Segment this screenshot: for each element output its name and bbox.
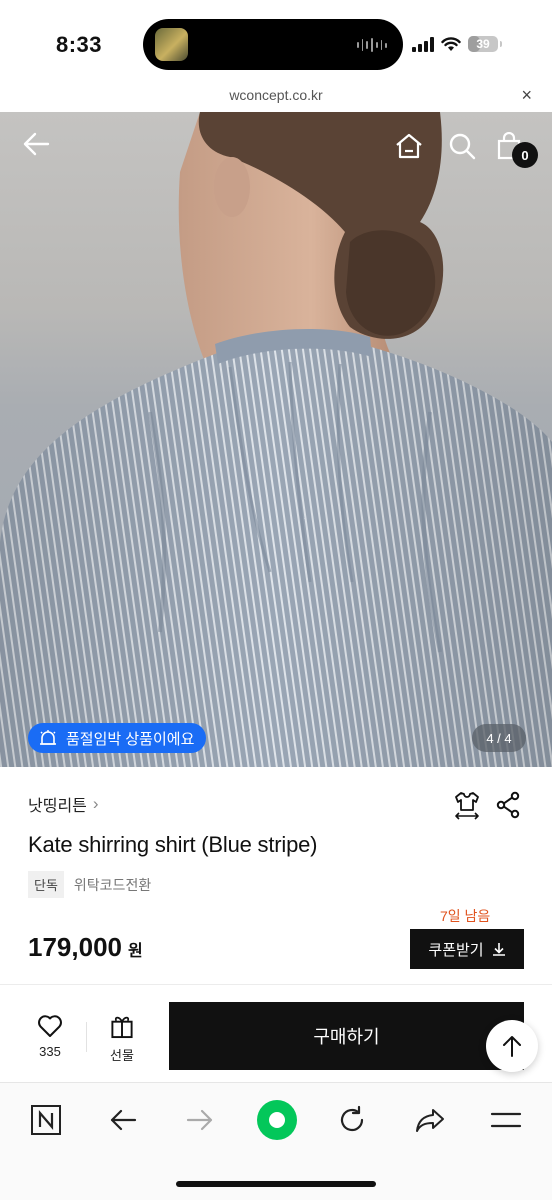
scroll-to-top-button[interactable] xyxy=(486,1020,538,1072)
dynamic-island[interactable] xyxy=(143,19,403,70)
home-icon[interactable] xyxy=(394,132,430,164)
consignment-tag: 위탁코드전환 xyxy=(73,876,152,893)
alarm-bell-icon xyxy=(40,730,56,745)
wishlist-button[interactable]: 335 xyxy=(28,1014,72,1064)
green-dot-icon[interactable] xyxy=(256,1099,298,1141)
low-stock-badge: 품절임박 상품이에요 xyxy=(28,723,207,753)
back-icon[interactable] xyxy=(103,1102,143,1138)
coupon-button-label: 쿠폰받기 xyxy=(428,941,484,959)
share-arrow-icon[interactable] xyxy=(410,1102,450,1138)
buy-button[interactable]: 구매하기 xyxy=(169,1002,524,1070)
battery-icon: 39 xyxy=(468,36,498,52)
brand-name[interactable]: 낫띵리튼 xyxy=(28,792,87,816)
gift-button[interactable]: 선물 xyxy=(100,1014,144,1064)
close-icon[interactable]: × xyxy=(521,85,532,106)
forward-icon[interactable] xyxy=(180,1102,220,1138)
product-title: Kate shirring shirt (Blue stripe) xyxy=(28,832,318,857)
status-time: 8:33 xyxy=(56,32,103,57)
product-tags: 단독 위탁코드전환 xyxy=(28,871,151,898)
brand-link[interactable]: 낫띵리튼 › xyxy=(28,792,99,816)
battery-percent: 39 xyxy=(476,37,490,51)
naver-home-icon[interactable] xyxy=(26,1102,66,1138)
battery-tip xyxy=(500,41,502,47)
audio-waveform-icon xyxy=(357,37,388,53)
product-image[interactable] xyxy=(0,112,552,767)
cart-count-badge[interactable]: 0 xyxy=(512,142,538,168)
download-coupon-button[interactable]: 쿠폰받기 xyxy=(410,929,524,969)
exclusive-tag: 단독 xyxy=(28,871,64,898)
url-domain[interactable]: wconcept.co.kr xyxy=(0,87,552,103)
now-playing-artwork xyxy=(155,28,188,61)
wifi-icon xyxy=(441,36,461,51)
url-bar[interactable]: wconcept.co.kr × xyxy=(0,84,552,112)
download-icon xyxy=(492,943,505,956)
status-bar: 8:33 39 xyxy=(0,0,552,84)
search-icon[interactable] xyxy=(448,132,482,164)
gift-label: 선물 xyxy=(110,1048,134,1063)
share-icon[interactable] xyxy=(494,790,522,820)
low-stock-label: 품절임박 상품이에요 xyxy=(66,730,195,748)
section-divider xyxy=(0,984,552,985)
price: 179,000 원 xyxy=(28,932,143,963)
heart-icon xyxy=(38,1015,62,1037)
back-arrow-icon[interactable] xyxy=(22,132,62,164)
gift-icon xyxy=(111,1016,133,1039)
cellular-signal-icon xyxy=(412,36,434,52)
price-amount: 179,000 xyxy=(28,932,122,962)
product-photo xyxy=(0,112,552,767)
menu-icon[interactable] xyxy=(486,1102,526,1138)
image-counter: 4 / 4 xyxy=(472,724,526,752)
purchase-bar-divider xyxy=(86,1022,87,1052)
chevron-right-icon: › xyxy=(92,794,99,813)
price-currency: 원 xyxy=(127,943,143,960)
arrow-up-icon xyxy=(503,1036,521,1057)
size-guide-icon[interactable] xyxy=(450,788,484,822)
home-indicator xyxy=(176,1181,376,1187)
refresh-icon[interactable] xyxy=(332,1102,372,1138)
wishlist-count: 335 xyxy=(39,1044,61,1059)
coupon-days-left: 7일 남음 xyxy=(440,908,491,924)
